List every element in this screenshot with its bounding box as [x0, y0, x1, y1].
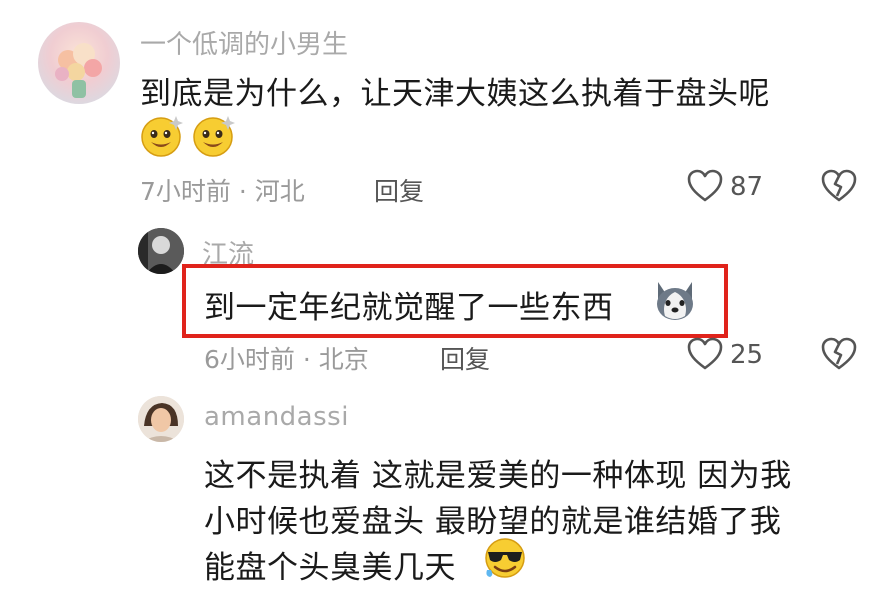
like-heart-icon[interactable]	[686, 336, 724, 372]
cool-sunglasses-emoji-icon	[482, 534, 528, 580]
grinning-sparkle-emoji-icon	[192, 112, 238, 158]
comment-timestamp: 6小时前 · 北京	[204, 345, 369, 374]
grinning-sparkle-emoji-icon	[140, 112, 186, 158]
girl-portrait-icon	[138, 396, 184, 442]
username[interactable]: 一个低调的小男生	[140, 24, 348, 61]
comment-text: 到一定年纪就觉醒了一些东西	[204, 290, 614, 326]
like-count: 87	[730, 172, 764, 202]
flower-bouquet-icon	[55, 43, 102, 98]
dislike-broken-heart-icon[interactable]	[820, 168, 858, 204]
user-avatar[interactable]	[138, 396, 184, 442]
comment-text-line: 能盘个头臭美几天	[204, 550, 456, 586]
reply-button[interactable]: 回复	[374, 172, 424, 208]
comment-timestamp: 7小时前 · 河北	[140, 177, 305, 206]
reply-button[interactable]: 回复	[440, 340, 490, 376]
user-avatar[interactable]	[38, 22, 120, 104]
dislike-broken-heart-icon[interactable]	[820, 336, 858, 372]
like-count: 25	[730, 340, 764, 370]
comment-text: 到底是为什么，让天津大姨这么执着于盘头呢	[140, 76, 770, 112]
username[interactable]: amandassi	[204, 402, 349, 432]
like-heart-icon[interactable]	[686, 168, 724, 204]
bw-portrait-icon	[138, 228, 184, 274]
husky-dog-emoji-icon	[652, 278, 698, 322]
user-avatar[interactable]	[138, 228, 184, 274]
comment-text-line: 这不是执着 这就是爱美的一种体现 因为我	[204, 458, 792, 494]
